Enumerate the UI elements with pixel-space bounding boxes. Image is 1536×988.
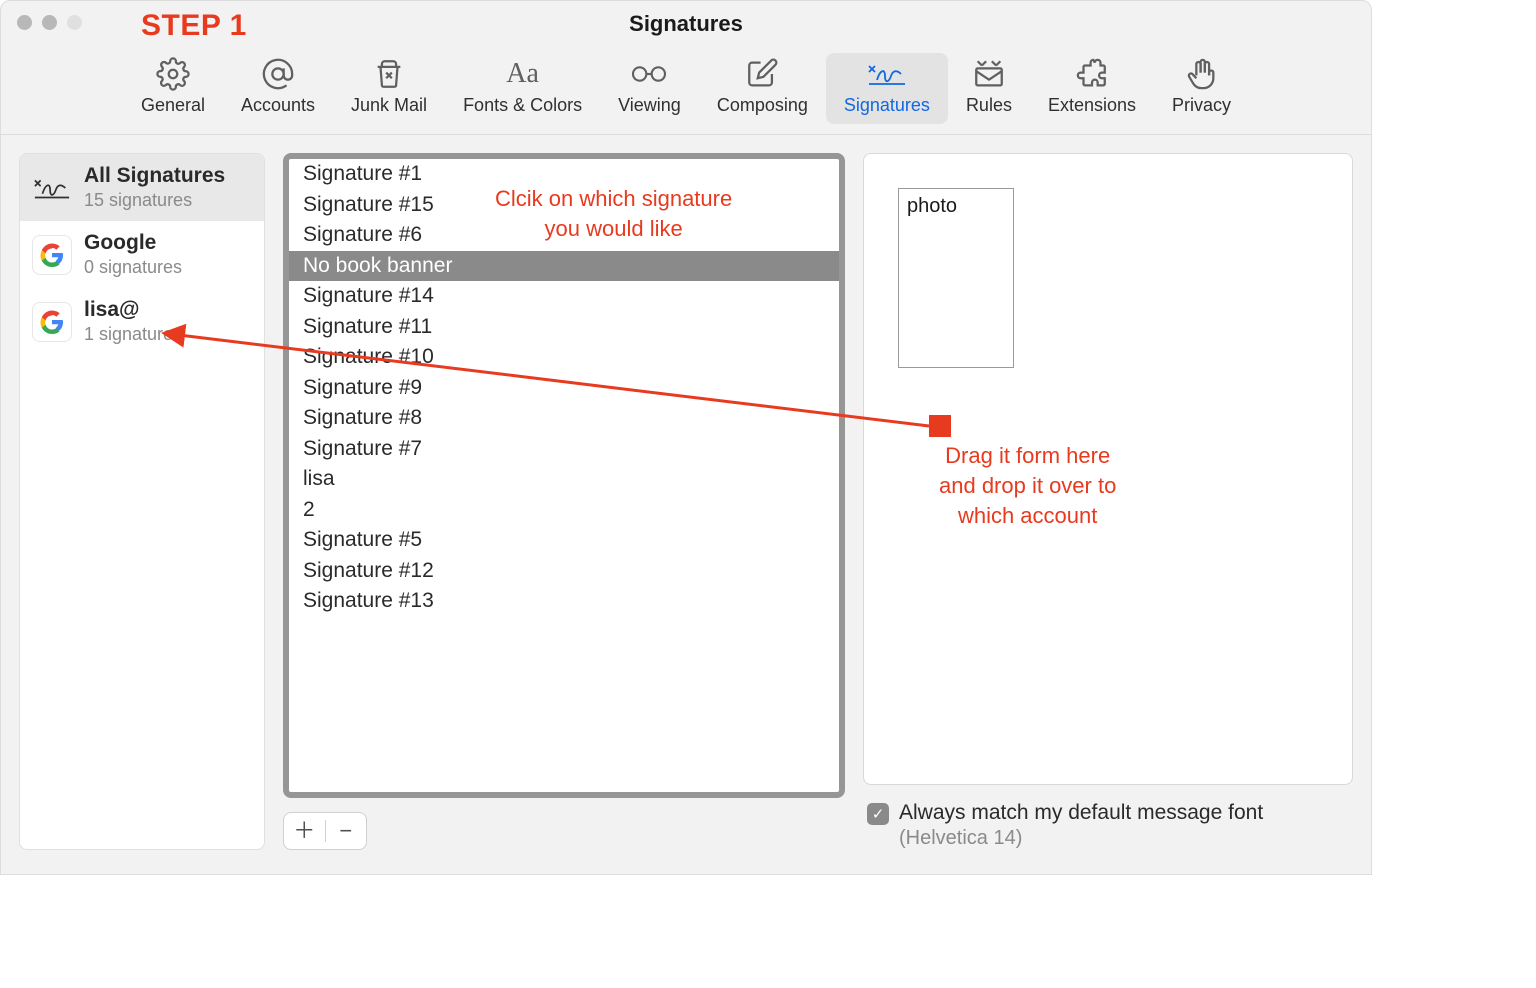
accounts-sidebar: All Signatures 15 signatures Google 0 si…	[19, 153, 265, 850]
annotation-step-1: STEP 1	[141, 9, 247, 43]
signature-item[interactable]: 2	[289, 495, 839, 526]
signature-icon	[32, 168, 72, 208]
add-signature-button[interactable]: ＋	[284, 820, 325, 842]
signature-item[interactable]: Signature #7	[289, 434, 839, 465]
sidebar-item-all-signatures[interactable]: All Signatures 15 signatures	[20, 154, 264, 221]
tab-fonts-colors[interactable]: Aa Fonts & Colors	[445, 53, 600, 124]
tab-label: Fonts & Colors	[463, 95, 582, 116]
signatures-list[interactable]: Signature #1Signature #15Signature #6No …	[283, 153, 845, 798]
glasses-icon	[629, 57, 669, 91]
tab-label: General	[141, 95, 205, 116]
signatures-column: Signature #1Signature #15Signature #6No …	[283, 153, 845, 850]
tab-label: Junk Mail	[351, 95, 427, 116]
photo-placeholder: photo	[898, 188, 1014, 368]
window-controls	[17, 15, 82, 30]
signature-item[interactable]: Signature #10	[289, 342, 839, 373]
signature-item[interactable]: Signature #14	[289, 281, 839, 312]
compose-icon	[742, 57, 782, 91]
sidebar-item-google[interactable]: Google 0 signatures	[20, 221, 264, 288]
account-subtitle: 0 signatures	[84, 257, 182, 278]
tab-label: Privacy	[1172, 95, 1231, 116]
tab-privacy[interactable]: Privacy	[1154, 53, 1249, 124]
hand-icon	[1182, 57, 1222, 91]
match-font-checkbox[interactable]: ✓	[867, 803, 889, 825]
tab-rules[interactable]: Rules	[948, 53, 1030, 124]
tab-label: Accounts	[241, 95, 315, 116]
tab-extensions[interactable]: Extensions	[1030, 53, 1154, 124]
signature-preview[interactable]: photo	[863, 153, 1353, 785]
match-font-label: Always match my default message font	[899, 801, 1263, 825]
tab-composing[interactable]: Composing	[699, 53, 826, 124]
close-window-button[interactable]	[17, 15, 32, 30]
tab-accounts[interactable]: Accounts	[223, 53, 333, 124]
tab-viewing[interactable]: Viewing	[600, 53, 699, 124]
minimize-window-button[interactable]	[42, 15, 57, 30]
sidebar-item-lisa[interactable]: lisa@ 1 signature	[20, 288, 264, 355]
fonts-icon: Aa	[503, 57, 543, 91]
signature-item[interactable]: Signature #13	[289, 586, 839, 617]
preview-column: photo ✓ Always match my default message …	[863, 153, 1353, 850]
add-remove-control: ＋ −	[283, 812, 367, 850]
signature-item[interactable]: Signature #8	[289, 403, 839, 434]
match-font-row: ✓ Always match my default message font (…	[863, 801, 1353, 850]
google-icon	[32, 235, 72, 275]
signature-item[interactable]: Signature #11	[289, 312, 839, 343]
tab-label: Rules	[966, 95, 1012, 116]
tab-label: Composing	[717, 95, 808, 116]
at-sign-icon	[258, 57, 298, 91]
tab-label: Viewing	[618, 95, 681, 116]
rules-icon	[969, 57, 1009, 91]
content-area: All Signatures 15 signatures Google 0 si…	[1, 135, 1371, 868]
signature-item[interactable]: No book banner	[289, 251, 839, 282]
account-title: lisa@	[84, 298, 173, 322]
google-icon	[32, 302, 72, 342]
signature-item[interactable]: Signature #15	[289, 190, 839, 221]
signature-item[interactable]: Signature #5	[289, 525, 839, 556]
tab-label: Extensions	[1048, 95, 1136, 116]
tab-general[interactable]: General	[123, 53, 223, 124]
tab-label: Signatures	[844, 95, 930, 116]
tab-signatures[interactable]: Signatures	[826, 53, 948, 124]
preferences-toolbar: General Accounts Junk Mail Aa Fonts & Co…	[1, 47, 1371, 135]
zoom-window-button[interactable]	[67, 15, 82, 30]
remove-signature-button[interactable]: −	[326, 820, 367, 842]
signature-item[interactable]: Signature #6	[289, 220, 839, 251]
account-subtitle: 15 signatures	[84, 190, 225, 211]
signature-item[interactable]: Signature #9	[289, 373, 839, 404]
trash-icon	[369, 57, 409, 91]
match-font-sublabel: (Helvetica 14)	[899, 827, 1263, 850]
signature-item[interactable]: Signature #1	[289, 159, 839, 190]
signature-item[interactable]: lisa	[289, 464, 839, 495]
account-title: Google	[84, 231, 182, 255]
gear-icon	[153, 57, 193, 91]
signature-item[interactable]: Signature #12	[289, 556, 839, 587]
signature-icon	[867, 57, 907, 91]
tab-junk-mail[interactable]: Junk Mail	[333, 53, 445, 124]
account-subtitle: 1 signature	[84, 324, 173, 345]
puzzle-icon	[1072, 57, 1112, 91]
signatures-preferences-window: Signatures STEP 1 General Accounts Junk …	[0, 0, 1372, 875]
account-title: All Signatures	[84, 164, 225, 188]
